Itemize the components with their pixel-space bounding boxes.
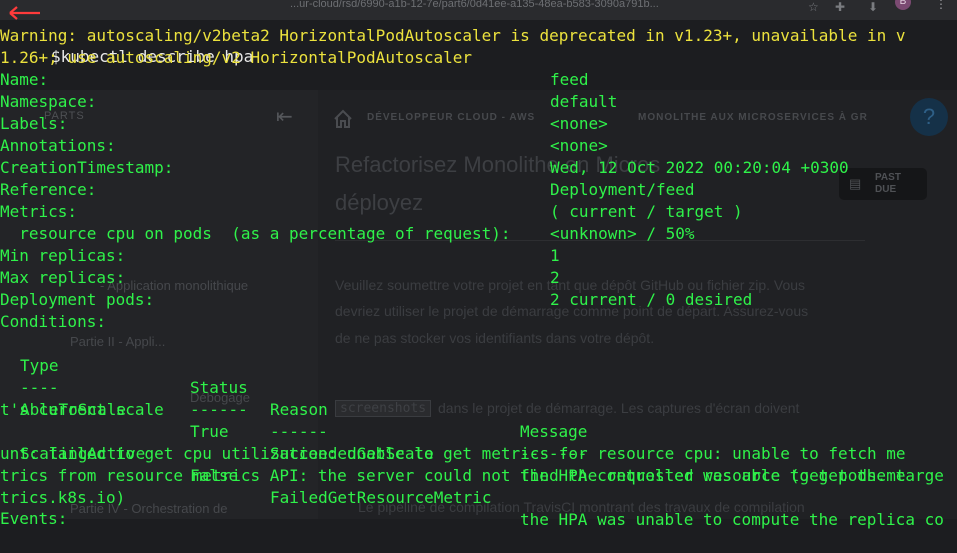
field-value: Deployment/feed (550, 180, 695, 199)
prompt-arrow-icon (9, 6, 40, 20)
field-row: resource cpu on pods (as a percentage of… (0, 223, 694, 245)
field-row: Reference: Deployment/feed (0, 179, 695, 201)
field-key: Reference: (0, 180, 97, 199)
field-value: default (550, 92, 618, 111)
col-message-header: Message (520, 422, 588, 441)
events-label: Events: (0, 509, 68, 528)
field-value: ( current / target ) (550, 202, 743, 221)
field-key: Deployment pods: (0, 290, 155, 309)
condition-message-wrap: trics.k8s.io) (0, 488, 126, 507)
field-value: <none> (550, 114, 608, 133)
field-value: 2 current / 0 desired (550, 290, 753, 309)
condition-status: True (190, 422, 229, 441)
field-value: <none> (550, 136, 608, 155)
field-value: 2 (550, 268, 560, 287)
field-key: CreationTimestamp: (0, 158, 174, 177)
field-value: <unknown> / 50% (550, 224, 695, 243)
field-row: Deployment pods: 2 current / 0 desired (0, 289, 752, 311)
col-status-header: Status (190, 378, 248, 397)
condition-message-wrap: t's current scale (0, 400, 164, 419)
warning-line: 1.26+; use autoscaling/v2 HorizontalPodA… (0, 48, 473, 67)
col-reason-header: Reason (270, 400, 328, 419)
field-key: Max replicas: (0, 268, 126, 287)
condition-message: the HPA was unable to compute the replic… (520, 510, 944, 529)
condition-reason: FailedGetResourceMetric (270, 488, 492, 507)
conditions-label: Conditions: (0, 312, 106, 331)
field-key: Annotations: (0, 136, 116, 155)
field-row: Namespace: default (0, 91, 617, 113)
field-row: Max replicas: 2 (0, 267, 560, 289)
field-row: CreationTimestamp: Wed, 12 Oct 2022 00:20… (0, 157, 849, 179)
field-row: Annotations: <none> (0, 135, 608, 157)
field-key: Metrics: (0, 202, 78, 221)
field-value: Wed, 12 Oct 2022 00:20:04 +0300 (550, 158, 849, 177)
field-key: Min replicas: (0, 246, 126, 265)
condition-message-wrap: unt: failed to get cpu utilization: unab… (0, 444, 906, 463)
field-row: Metrics: ( current / target ) (0, 201, 743, 223)
field-row: Name: feed (0, 69, 589, 91)
field-value: 1 (550, 246, 560, 265)
field-key: Namespace: (0, 92, 97, 111)
warning-line: Warning: autoscaling/v2beta2 HorizontalP… (0, 26, 906, 45)
field-key: Labels: (0, 114, 68, 133)
field-row: Min replicas: 1 (0, 245, 560, 267)
field-row: Labels: <none> (0, 113, 608, 135)
field-key: resource cpu on pods (as a percentage of… (0, 224, 511, 243)
field-key: Name: (0, 70, 49, 89)
terminal-output[interactable]: $kubectl describe hpa Warning: autoscali… (0, 0, 957, 529)
field-value: feed (550, 70, 589, 89)
condition-message-wrap: trics from resource metrics API: the ser… (0, 466, 906, 485)
